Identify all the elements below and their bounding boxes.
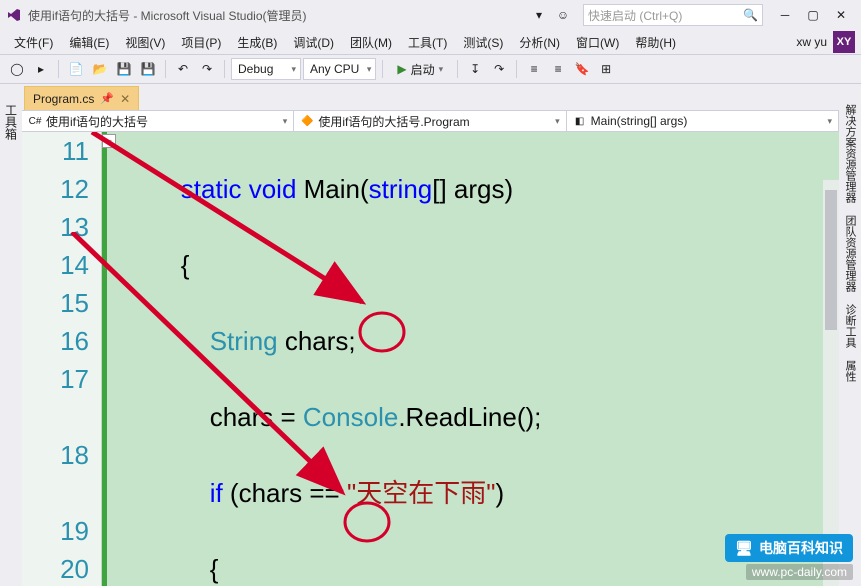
separator: [58, 60, 59, 78]
minimize-button[interactable]: ─: [771, 5, 799, 25]
menu-help[interactable]: 帮助(H): [627, 34, 684, 51]
right-rail: 解决方案资源管理器 团队资源管理器 诊断工具 属性: [839, 84, 861, 586]
menubar: 文件(F) 编辑(E) 视图(V) 项目(P) 生成(B) 调试(D) 团队(M…: [0, 30, 861, 54]
maximize-button[interactable]: ▢: [799, 5, 827, 25]
separator: [165, 60, 166, 78]
rail-properties[interactable]: 属性: [842, 360, 858, 382]
menu-view[interactable]: 视图(V): [117, 34, 173, 51]
vs-logo-icon: [6, 7, 22, 23]
menu-debug[interactable]: 调试(D): [285, 34, 342, 51]
menu-file[interactable]: 文件(F): [6, 34, 61, 51]
start-label: 启动: [411, 61, 435, 78]
csharp-icon: C#: [28, 114, 42, 128]
bookmark-button[interactable]: 🔖: [571, 58, 593, 80]
step-into-button[interactable]: ↧: [464, 58, 486, 80]
menu-team[interactable]: 团队(M): [342, 34, 400, 51]
watermark-url: www.pc-daily.com: [746, 564, 853, 580]
comment-button[interactable]: ≡: [523, 58, 545, 80]
open-file-button[interactable]: 📂: [89, 58, 111, 80]
close-button[interactable]: ✕: [827, 5, 855, 25]
chevron-down-icon: ▾: [439, 64, 444, 75]
vertical-scrollbar[interactable]: [823, 180, 839, 586]
menu-edit[interactable]: 编辑(E): [61, 34, 117, 51]
redo-button[interactable]: ↷: [196, 58, 218, 80]
rail-solution-explorer[interactable]: 解决方案资源管理器: [842, 104, 858, 203]
code-navbar: C# 使用if语句的大括号 🔶 使用if语句的大括号.Program ◧ Mai…: [22, 110, 839, 132]
editor-tabs: Program.cs 📌 ✕: [22, 84, 839, 110]
separator: [457, 60, 458, 78]
nav-scope[interactable]: C# 使用if语句的大括号: [22, 111, 294, 131]
menu-analyze[interactable]: 分析(N): [511, 34, 568, 51]
toolbar: ◯ ▸ 📄 📂 💾 💾 ↶ ↷ Debug Any CPU ▶ 启动 ▾ ↧ ↷…: [0, 54, 861, 84]
line-gutter: 11 12 13 14 15 16 17 18 19 20 21: [22, 132, 102, 586]
scrollbar-thumb[interactable]: [825, 190, 837, 330]
watermark: 🖥 电脑百科知识 www.pc-daily.com: [725, 534, 853, 580]
method-icon: ◧: [573, 114, 587, 128]
start-button[interactable]: ▶ 启动 ▾: [389, 58, 451, 80]
watermark-badge: 🖥 电脑百科知识: [725, 534, 853, 562]
menu-project[interactable]: 项目(P): [173, 34, 229, 51]
rail-diagnostics[interactable]: 诊断工具: [842, 304, 858, 348]
uncomment-button[interactable]: ≡: [547, 58, 569, 80]
pin-icon[interactable]: 📌: [100, 92, 114, 105]
quick-launch-placeholder: 快速启动 (Ctrl+Q): [588, 7, 682, 24]
tab-program-cs[interactable]: Program.cs 📌 ✕: [24, 86, 139, 110]
feedback-icon[interactable]: ☺: [553, 5, 573, 25]
config-combo[interactable]: Debug: [231, 58, 301, 80]
search-icon: 🔍: [743, 8, 758, 22]
separator: [224, 60, 225, 78]
save-all-button[interactable]: 💾: [137, 58, 159, 80]
close-icon[interactable]: ✕: [120, 92, 130, 106]
notifications-icon[interactable]: ▾: [529, 5, 549, 25]
class-icon: 🔶: [300, 114, 314, 128]
outline-toggle[interactable]: −: [102, 134, 116, 148]
editor-area: Program.cs 📌 ✕ C# 使用if语句的大括号 🔶 使用if语句的大括…: [22, 84, 839, 586]
step-over-button[interactable]: ↷: [488, 58, 510, 80]
code-content[interactable]: static void Main(string[] args) { String…: [107, 132, 839, 586]
main-area: 工具箱 Program.cs 📌 ✕ C# 使用if语句的大括号 🔶 使用if语…: [0, 84, 861, 586]
tab-label: Program.cs: [33, 92, 94, 106]
code-editor[interactable]: 11 12 13 14 15 16 17 18 19 20 21 static …: [22, 132, 839, 586]
user-name[interactable]: xw yu: [796, 35, 827, 49]
nav-class[interactable]: 🔶 使用if语句的大括号.Program: [294, 111, 566, 131]
play-icon: ▶: [397, 62, 406, 76]
menu-window[interactable]: 窗口(W): [568, 34, 627, 51]
monitor-icon: 🖥: [735, 540, 753, 557]
new-project-button[interactable]: 📄: [65, 58, 87, 80]
quick-launch-input[interactable]: 快速启动 (Ctrl+Q) 🔍: [583, 4, 763, 26]
platform-combo[interactable]: Any CPU: [303, 58, 376, 80]
save-button[interactable]: 💾: [113, 58, 135, 80]
rail-team-explorer[interactable]: 团队资源管理器: [842, 215, 858, 292]
menu-tools[interactable]: 工具(T): [400, 34, 455, 51]
window-title: 使用if语句的大括号 - Microsoft Visual Studio(管理员…: [28, 7, 307, 24]
separator: [516, 60, 517, 78]
titlebar: 使用if语句的大括号 - Microsoft Visual Studio(管理员…: [0, 0, 861, 30]
menu-build[interactable]: 生成(B): [229, 34, 285, 51]
nav-back-button[interactable]: ◯: [6, 58, 28, 80]
menu-test[interactable]: 测试(S): [455, 34, 511, 51]
undo-button[interactable]: ↶: [172, 58, 194, 80]
nav-forward-button[interactable]: ▸: [30, 58, 52, 80]
separator: [382, 60, 383, 78]
format-button[interactable]: ⊞: [595, 58, 617, 80]
avatar[interactable]: XY: [833, 31, 855, 53]
nav-method[interactable]: ◧ Main(string[] args): [567, 111, 839, 131]
toolbox-rail[interactable]: 工具箱: [0, 84, 22, 586]
